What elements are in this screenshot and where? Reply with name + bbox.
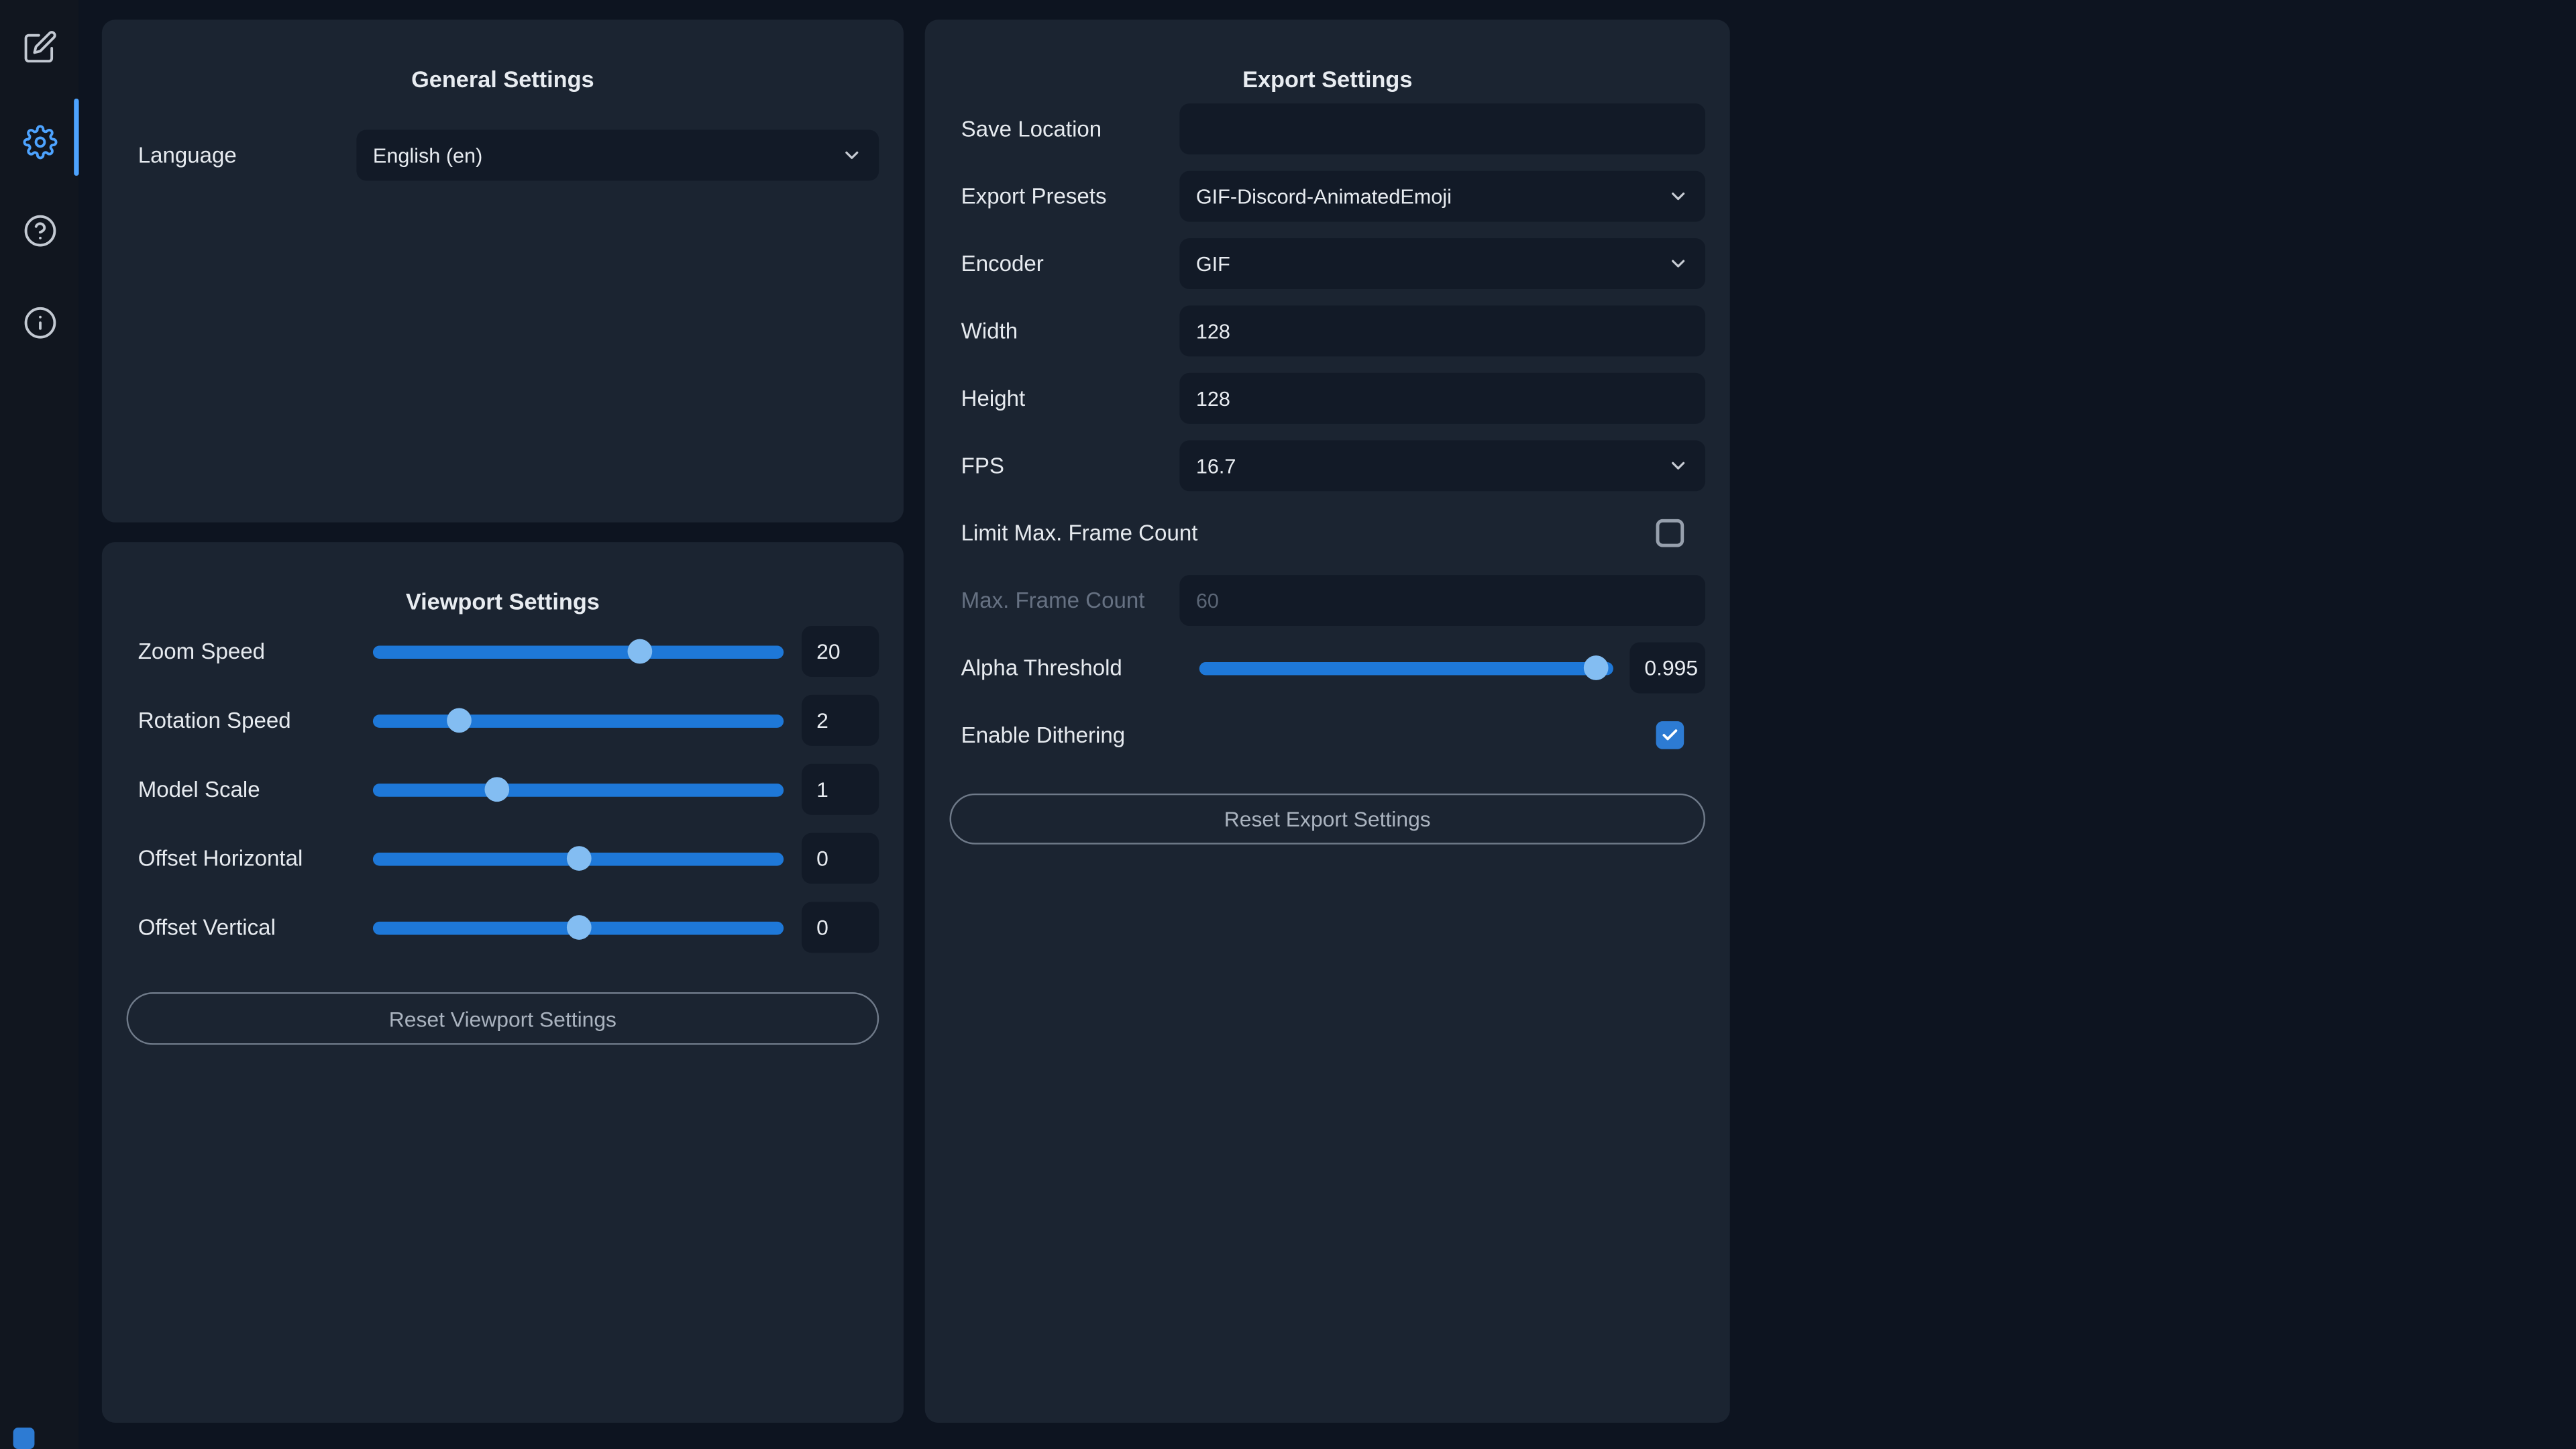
reset-export-settings-button[interactable]: Reset Export Settings [950,794,1706,845]
save-location-input[interactable] [1179,103,1705,154]
limit-max-frame-count-row: Limit Max. Frame Count [950,508,1706,559]
slider-row: Offset Horizontal 0 [127,833,879,884]
alpha-threshold-slider[interactable] [1199,643,1613,694]
rotation-speed-label: Rotation Speed [127,708,373,733]
alpha-threshold-value[interactable]: 0.995 [1629,643,1705,694]
slider-track [373,783,784,796]
offset-vertical-value[interactable]: 0 [802,902,879,953]
height-label: Height [950,386,1180,411]
settings-gear-icon [22,124,56,158]
fps-label: FPS [950,453,1180,478]
language-label: Language [127,143,357,168]
viewport-settings-panel: Viewport Settings Zoom Speed 20 Rotation… [102,542,904,1423]
sidebar [0,0,79,1449]
limit-max-frame-count-label: Limit Max. Frame Count [950,521,1656,545]
width-input[interactable] [1179,306,1705,357]
fps-row: FPS 16.7 [950,440,1706,491]
panel-title: Export Settings [925,19,1730,103]
rotation-speed-value[interactable]: 2 [802,695,879,746]
encoder-label: Encoder [950,252,1180,276]
export-presets-label: Export Presets [950,184,1180,209]
sidebar-item-settings[interactable] [0,109,79,174]
save-location-label: Save Location [950,117,1180,142]
offset-horizontal-label: Offset Horizontal [127,846,373,871]
chevron-down-icon [1668,455,1689,476]
fps-select[interactable]: 16.7 [1179,440,1705,491]
slider-track [1199,661,1613,675]
zoom-speed-value[interactable]: 20 [802,626,879,677]
enable-dithering-row: Enable Dithering [950,710,1706,761]
encoder-row: Encoder GIF [950,238,1706,289]
model-scale-slider[interactable] [373,764,784,815]
export-presets-row: Export Presets GIF-Discord-AnimatedEmoji [950,171,1706,222]
edit-icon [22,29,56,63]
slider-thumb[interactable] [566,915,591,940]
language-select[interactable]: English (en) [356,129,879,180]
offset-horizontal-value[interactable]: 0 [802,833,879,884]
offset-horizontal-slider[interactable] [373,833,784,884]
model-scale-label: Model Scale [127,777,373,802]
zoom-speed-label: Zoom Speed [127,639,373,664]
enable-dithering-label: Enable Dithering [950,723,1656,748]
max-frame-count-row: Max. Frame Count [950,575,1706,626]
help-circle-icon [22,213,56,247]
slider-thumb[interactable] [1585,655,1609,680]
chevron-down-icon [841,145,863,166]
sidebar-item-info[interactable] [0,289,79,355]
height-row: Height [950,373,1706,424]
limit-max-frame-count-checkbox[interactable] [1656,519,1684,547]
alpha-threshold-row: Alpha Threshold 0.995 [950,643,1706,694]
slider-thumb[interactable] [566,846,591,871]
chevron-down-icon [1668,253,1689,274]
slider-thumb[interactable] [628,639,653,664]
slider-row: Zoom Speed 20 [127,626,879,677]
reset-viewport-settings-button[interactable]: Reset Viewport Settings [127,992,879,1044]
zoom-speed-slider[interactable] [373,626,784,677]
slider-thumb[interactable] [484,777,508,802]
enable-dithering-checkbox[interactable] [1656,721,1684,749]
sidebar-item-edit[interactable] [0,13,79,79]
export-presets-select[interactable]: GIF-Discord-AnimatedEmoji [1179,171,1705,222]
export-settings-panel: Export Settings Save Location Export Pre… [925,19,1730,1422]
chevron-down-icon [1668,186,1689,207]
save-location-row: Save Location [950,103,1706,154]
slider-track [373,645,784,658]
fps-value: 16.7 [1196,454,1236,477]
max-frame-count-label: Max. Frame Count [950,588,1180,613]
panel-title: General Settings [102,19,904,103]
slider-row: Rotation Speed 2 [127,695,879,746]
active-tab-indicator [74,99,78,176]
slider-thumb[interactable] [447,708,472,733]
export-presets-value: GIF-Discord-AnimatedEmoji [1196,185,1452,208]
sidebar-item-help[interactable] [0,197,79,263]
width-label: Width [950,319,1180,343]
encoder-value: GIF [1196,252,1230,275]
general-settings-panel: General Settings Language English (en) [102,19,904,522]
height-input[interactable] [1179,373,1705,424]
check-icon [1661,726,1679,744]
rotation-speed-slider[interactable] [373,695,784,746]
language-row: Language English (en) [127,129,879,180]
info-circle-icon [22,305,56,339]
slider-row: Model Scale 1 [127,764,879,815]
slider-row: Offset Vertical 0 [127,902,879,953]
offset-vertical-slider[interactable] [373,902,784,953]
panel-title: Viewport Settings [102,542,904,626]
slider-track [373,714,784,727]
language-value: English (en) [373,144,482,166]
alpha-threshold-label: Alpha Threshold [950,655,1199,680]
model-scale-value[interactable]: 1 [802,764,879,815]
corner-accent [13,1428,35,1449]
max-frame-count-input [1179,575,1705,626]
offset-vertical-label: Offset Vertical [127,915,373,940]
encoder-select[interactable]: GIF [1179,238,1705,289]
app-window: General Settings Language English (en) V… [0,0,2576,1449]
width-row: Width [950,306,1706,357]
